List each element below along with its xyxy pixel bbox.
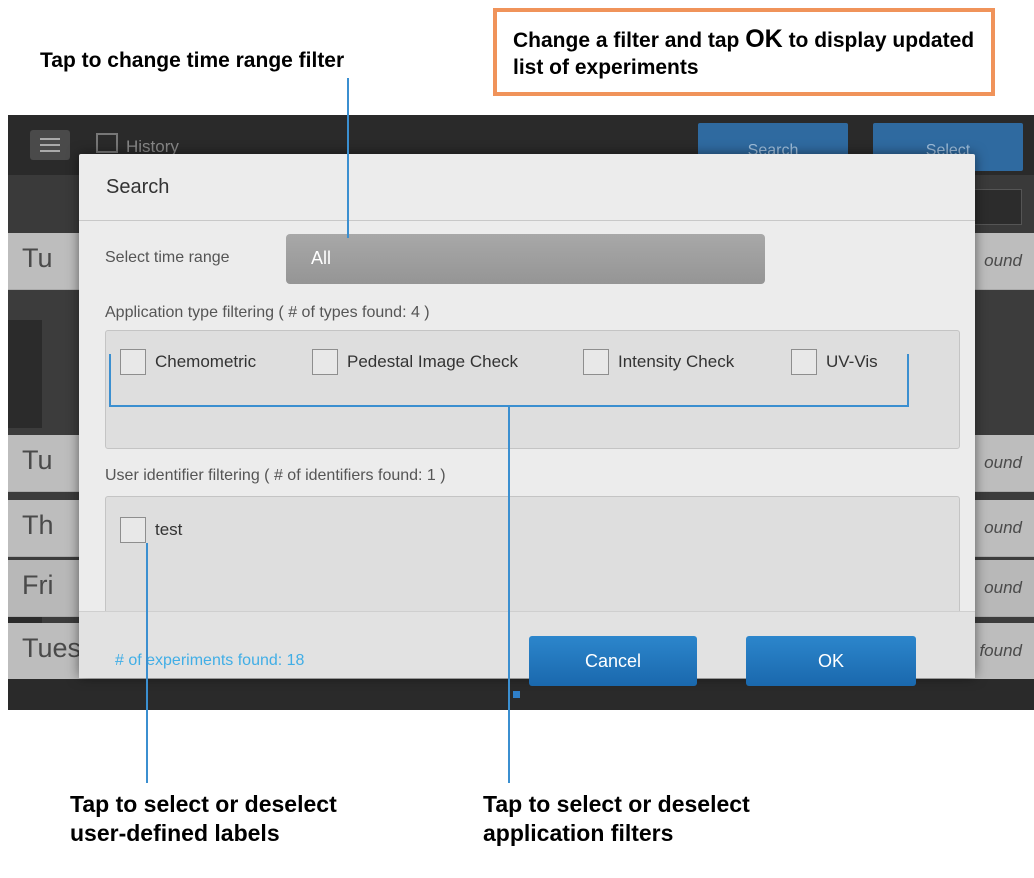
checkbox-box[interactable] bbox=[120, 517, 146, 543]
checkbox-box[interactable] bbox=[791, 349, 817, 375]
ok-callout-box: Change a filter and tap OK to display up… bbox=[493, 8, 995, 96]
list-item-date: Th bbox=[22, 510, 54, 540]
checkbox-chemometric[interactable]: Chemometric bbox=[120, 349, 256, 375]
search-dialog: Search Select time range All Application… bbox=[79, 154, 975, 678]
dialog-divider bbox=[79, 220, 975, 221]
cancel-button[interactable]: Cancel bbox=[529, 636, 697, 686]
ok-callout-text-before: Change a filter and tap bbox=[513, 29, 740, 52]
list-item-count: ound bbox=[984, 578, 1022, 597]
checkbox-intensity-check[interactable]: Intensity Check bbox=[583, 349, 734, 375]
user-id-filter-label: User identifier filtering ( # of identif… bbox=[105, 467, 446, 484]
history-icon bbox=[96, 133, 118, 153]
list-thumbnail-strip bbox=[8, 320, 42, 428]
ok-button[interactable]: OK bbox=[746, 636, 916, 686]
checkbox-label: UV-Vis bbox=[826, 352, 878, 371]
experiment-count: # of experiments found: 18 bbox=[115, 652, 305, 669]
checkbox-pedestal-image-check[interactable]: Pedestal Image Check bbox=[312, 349, 518, 375]
user-labels-callout: Tap to select or deselect user-defined l… bbox=[70, 790, 337, 848]
time-range-label: Select time range bbox=[105, 249, 230, 266]
app-type-panel: Chemometric Pedestal Image Check Intensi… bbox=[105, 330, 960, 449]
app-filters-callout: Tap to select or deselect application fi… bbox=[483, 790, 750, 848]
checkbox-label: Chemometric bbox=[155, 352, 257, 371]
checkbox-test[interactable]: test bbox=[120, 517, 182, 543]
time-range-callout: Tap to change time range filter bbox=[40, 49, 345, 72]
app-filters-callout-line2: application filters bbox=[483, 819, 674, 846]
user-labels-callout-line1: Tap to select or deselect bbox=[70, 791, 337, 817]
user-labels-leader-line bbox=[146, 543, 148, 783]
hamburger-menu-button[interactable] bbox=[30, 130, 70, 160]
app-filters-callout-line1: Tap to select or deselect bbox=[483, 791, 750, 817]
dialog-title: Search bbox=[106, 176, 170, 198]
list-item-date: Tu bbox=[22, 445, 53, 475]
list-item-count: ound bbox=[984, 518, 1022, 537]
time-range-dropdown[interactable]: All bbox=[286, 234, 765, 284]
checkbox-box[interactable] bbox=[120, 349, 146, 375]
checkbox-uv-vis[interactable]: UV-Vis bbox=[791, 349, 878, 375]
ok-callout-text: Change a filter and tap OK to display up… bbox=[513, 24, 991, 82]
app-bracket-left bbox=[109, 354, 111, 406]
list-item-date: Fri bbox=[22, 570, 54, 600]
list-item-count: ound bbox=[984, 453, 1022, 472]
app-type-filter-label: Application type filtering ( # of types … bbox=[105, 304, 430, 321]
checkbox-label: Intensity Check bbox=[618, 352, 735, 371]
checkbox-box[interactable] bbox=[312, 349, 338, 375]
app-filters-leader-line bbox=[508, 405, 510, 783]
ok-callout-ok-word: OK bbox=[745, 25, 783, 53]
time-range-value: All bbox=[311, 248, 332, 268]
page-indicator bbox=[513, 691, 520, 698]
time-range-leader-line bbox=[347, 78, 349, 238]
checkbox-box[interactable] bbox=[583, 349, 609, 375]
user-labels-callout-line2: user-defined labels bbox=[70, 819, 280, 846]
checkbox-label: Pedestal Image Check bbox=[347, 352, 519, 371]
list-item-date: Tu bbox=[22, 243, 53, 273]
checkbox-label: test bbox=[155, 520, 183, 539]
list-item-count: ound bbox=[984, 251, 1022, 270]
app-bracket-right bbox=[907, 354, 909, 406]
